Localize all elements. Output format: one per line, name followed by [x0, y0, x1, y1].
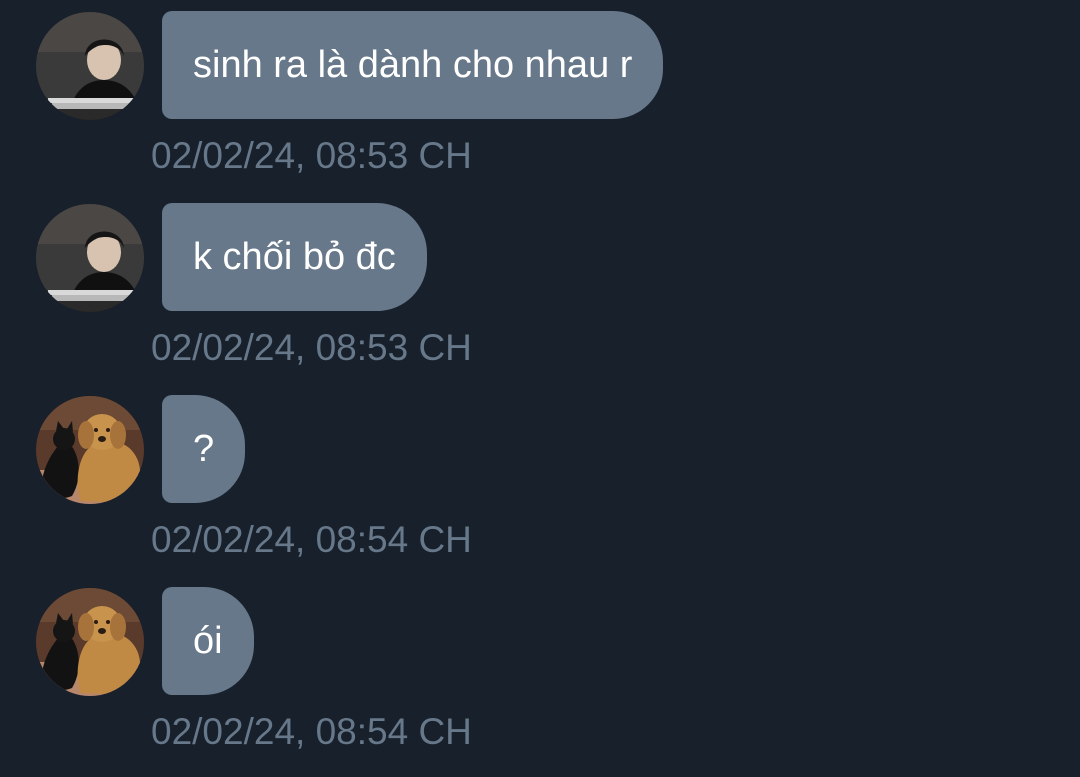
person-avatar[interactable] [36, 12, 144, 120]
message-bubble[interactable]: ? [162, 395, 246, 503]
cat-and-dog-icon [36, 396, 144, 504]
message-bubble[interactable]: k chối bỏ đc [162, 203, 427, 311]
person-avatar[interactable] [36, 204, 144, 312]
message-row: ói 02/02/24, 08:54 CH [0, 576, 1080, 768]
message-timestamp: 02/02/24, 08:54 CH [151, 711, 472, 752]
message-bubble[interactable]: ói [162, 587, 254, 695]
person-at-desk-icon [36, 12, 144, 120]
message-list[interactable]: sinh ra là dành cho nhau r 02/02/24, 08:… [0, 0, 1080, 777]
pet-avatar[interactable] [36, 588, 144, 696]
message-timestamp: 02/02/24, 08:53 CH [151, 135, 472, 176]
pet-avatar[interactable] [36, 396, 144, 504]
message-bubble[interactable]: sinh ra là dành cho nhau r [162, 11, 664, 119]
person-at-desk-icon [36, 204, 144, 312]
message-row: k chối bỏ đc 02/02/24, 08:53 CH [0, 192, 1080, 384]
message-timestamp: 02/02/24, 08:54 CH [151, 519, 472, 560]
cat-and-dog-icon [36, 588, 144, 696]
message-row: sinh ra là dành cho nhau r 02/02/24, 08:… [0, 0, 1080, 192]
message-row: ? 02/02/24, 08:54 CH [0, 384, 1080, 576]
message-timestamp: 02/02/24, 08:53 CH [151, 327, 472, 368]
